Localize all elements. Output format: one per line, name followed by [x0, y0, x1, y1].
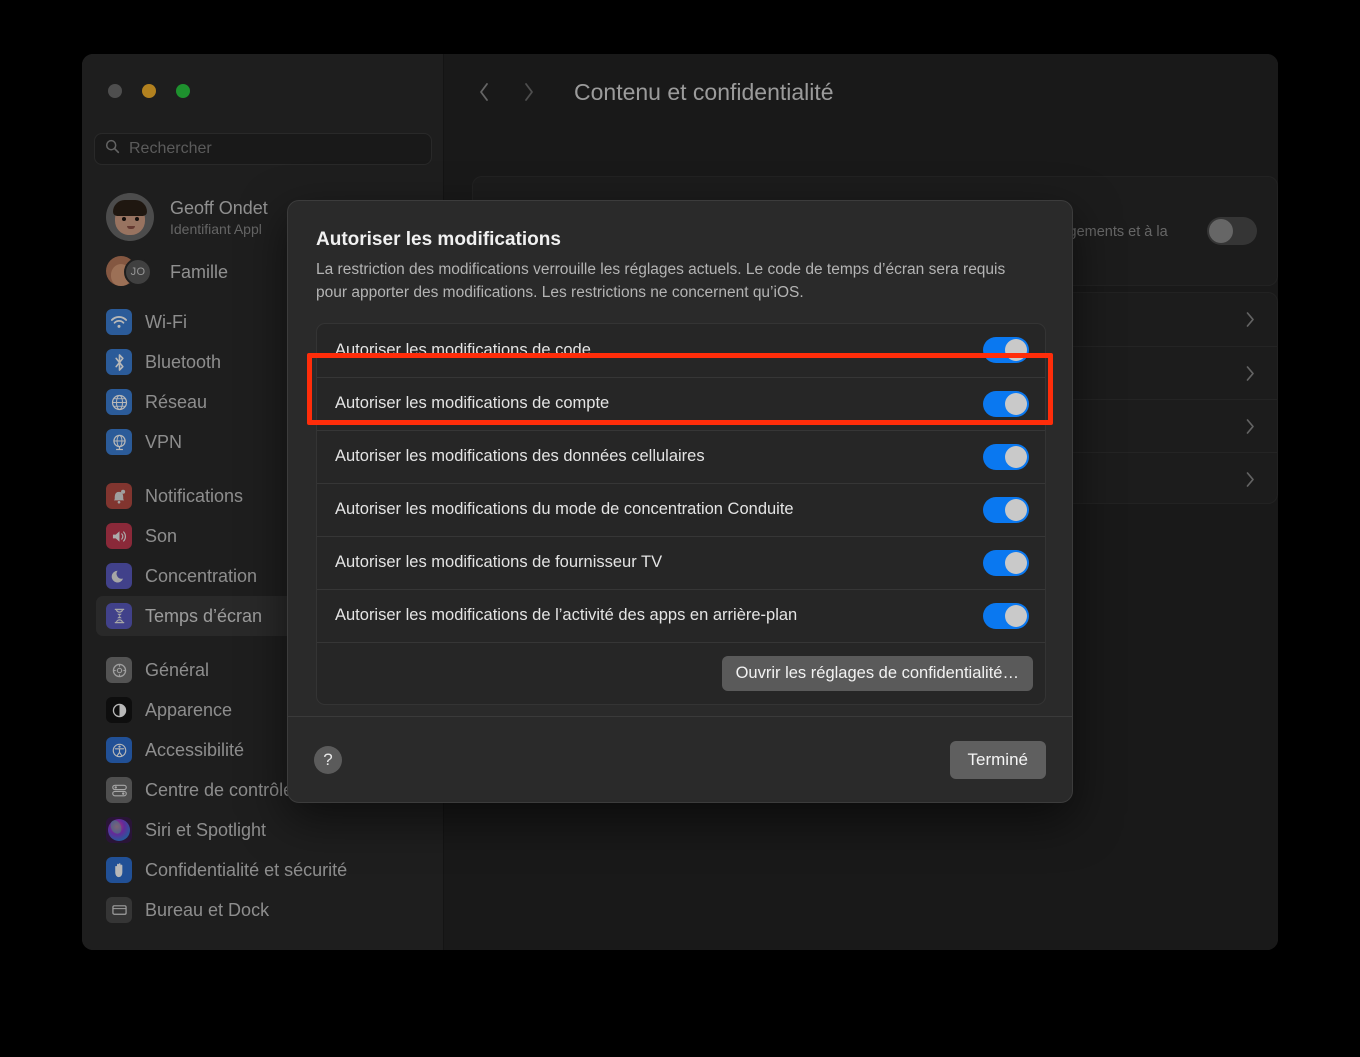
main-header: Contenu et confidentialité: [444, 54, 1278, 130]
vpn-globe-icon: [106, 429, 132, 455]
toggle-label: Autoriser les modifications du mode de c…: [335, 500, 794, 518]
toggle-row-compte[interactable]: Autoriser les modifications de compte: [317, 376, 1045, 430]
toggle-row-fournisseur-tv[interactable]: Autoriser les modifications de fournisse…: [317, 535, 1045, 589]
toggle-switch[interactable]: [983, 443, 1029, 470]
toggle-switch[interactable]: [983, 337, 1029, 363]
sidebar-item-confidentialite-et-securite[interactable]: Confidentialité et sécurité: [96, 850, 430, 890]
page-title: Contenu et confidentialité: [574, 78, 834, 105]
globe-icon: [106, 389, 132, 415]
sidebar-item-label: VPN: [145, 431, 183, 452]
family-label: Famille: [170, 261, 229, 282]
dialog-help-button[interactable]: ?: [314, 746, 342, 774]
sidebar-item-label: Bluetooth: [145, 351, 222, 372]
search-input[interactable]: [129, 140, 421, 158]
family-avatars: JO: [106, 256, 154, 288]
sidebar-item-label: Accessibilité: [145, 739, 245, 760]
toggle-label: Autoriser les modifications de compte: [335, 394, 610, 412]
toggle-label: Autoriser les modifications de fournisse…: [335, 553, 663, 571]
desktop-dock-icon: [106, 897, 132, 923]
sidebar-item-label: Notifications: [145, 485, 244, 506]
appearance-icon: [106, 697, 132, 723]
moon-icon: [106, 563, 132, 589]
allow-changes-dialog: Autoriser les modifications La restricti…: [287, 200, 1073, 803]
dialog-title: Autoriser les modifications: [316, 229, 561, 250]
chevron-left-icon[interactable]: [472, 77, 496, 107]
content-privacy-toggle[interactable]: [1207, 217, 1257, 245]
sidebar-item-label: Apparence: [145, 699, 233, 720]
sidebar-item-label: Confidentialité et sécurité: [145, 859, 348, 880]
dialog-body: Autoriser les modifications La restricti…: [288, 201, 1072, 705]
sidebar-item-label: Son: [145, 525, 178, 546]
dialog-description: La restriction des modifications verroui…: [316, 261, 1006, 302]
toggle-label: Autoriser les modifications des données …: [335, 447, 705, 465]
hourglass-icon: [106, 603, 132, 629]
close-button[interactable]: [108, 84, 122, 98]
toggle-row-activite-arriere-plan[interactable]: Autoriser les modifications de l’activit…: [317, 588, 1045, 642]
zoom-button[interactable]: [176, 84, 190, 98]
screen: Geoff Ondet Identifiant Appl JO Famille: [0, 0, 1360, 1057]
toggle-list-footer: Ouvrir les réglages de confidentialité…: [317, 641, 1045, 704]
toggle-row-code[interactable]: Autoriser les modifications de code: [317, 324, 1045, 377]
toggle-list: Autoriser les modifications de code Auto…: [316, 322, 1046, 705]
search-icon: [105, 139, 120, 159]
toggle-switch[interactable]: [983, 390, 1029, 417]
sidebar-item-label: Concentration: [145, 565, 258, 586]
toggle-switch[interactable]: [983, 602, 1029, 629]
sidebar-item-label: Réseau: [145, 391, 208, 412]
account-subtitle: Identifiant Appl: [170, 220, 262, 237]
toggle-row-mode-conduite[interactable]: Autoriser les modifications du mode de c…: [317, 482, 1045, 536]
family-badge: JO: [124, 258, 152, 286]
chevron-right-icon: [1246, 365, 1254, 381]
sidebar-item-label: Siri et Spotlight: [145, 819, 267, 840]
account-name: Geoff Ondet: [170, 197, 268, 218]
speaker-icon: [106, 523, 132, 549]
wifi-icon: [106, 309, 132, 335]
avatar: [106, 193, 154, 241]
siri-icon: [106, 817, 132, 843]
open-privacy-settings-button[interactable]: Ouvrir les réglages de confidentialité…: [721, 655, 1033, 691]
window-controls: [108, 84, 190, 98]
accessibility-icon: [106, 737, 132, 763]
toggle-label: Autoriser les modifications de code: [335, 340, 591, 359]
sidebar-item-label: Temps d’écran: [145, 605, 263, 626]
gear-icon: [106, 657, 132, 683]
chevron-right-icon: [1246, 312, 1254, 327]
sidebar-item-label: Wi-Fi: [145, 311, 187, 332]
dialog-footer: ? Terminé: [288, 717, 1072, 802]
toggle-row-donnees-cellulaires[interactable]: Autoriser les modifications des données …: [317, 429, 1045, 483]
sidebar-item-label: Centre de contrôle: [145, 779, 294, 800]
toggle-label: Autoriser les modifications de l’activit…: [335, 606, 798, 624]
sidebar-item-bureau-et-dock[interactable]: Bureau et Dock: [96, 890, 430, 930]
toggle-switch[interactable]: [983, 549, 1029, 576]
chevron-right-icon[interactable]: [516, 77, 540, 107]
minimize-button[interactable]: [142, 84, 156, 98]
sidebar-item-label: Bureau et Dock: [145, 899, 270, 920]
bluetooth-icon: [106, 349, 132, 375]
done-button[interactable]: Terminé: [949, 741, 1046, 779]
search-field[interactable]: [94, 133, 432, 165]
chevron-right-icon: [1246, 418, 1254, 434]
control-center-icon: [106, 777, 132, 803]
sidebar-item-siri-et-spotlight[interactable]: Siri et Spotlight: [96, 810, 430, 850]
sidebar-item-label: Général: [145, 659, 210, 680]
toggle-switch[interactable]: [983, 496, 1029, 523]
bell-icon: [106, 483, 132, 509]
hand-icon: [106, 857, 132, 883]
chevron-right-icon: [1246, 471, 1254, 487]
